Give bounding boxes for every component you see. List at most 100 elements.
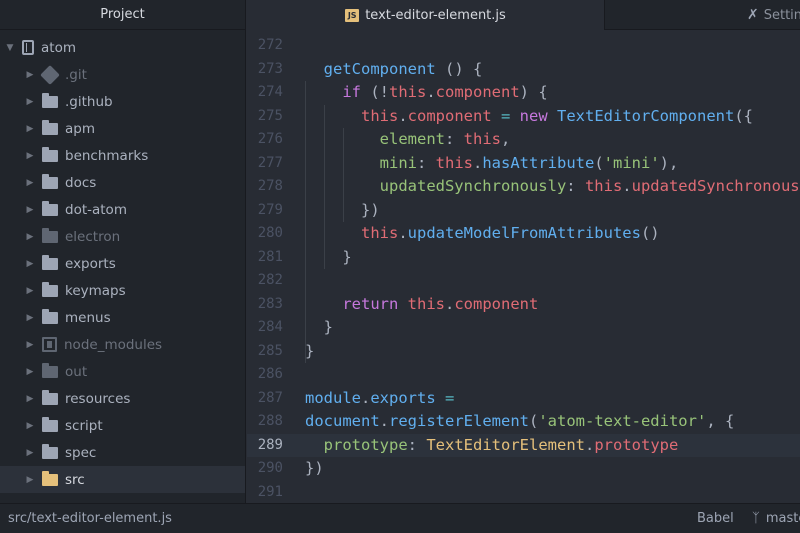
- chevron-right-icon[interactable]: ▶: [24, 475, 36, 485]
- line-number[interactable]: 282: [247, 269, 283, 293]
- chevron-right-icon[interactable]: ▶: [24, 394, 36, 404]
- line-number[interactable]: 276: [247, 128, 283, 152]
- repo-icon: [22, 40, 34, 55]
- line-number[interactable]: 291: [247, 481, 283, 504]
- git-icon: [40, 64, 60, 85]
- code-token: TextEditorComponent: [557, 106, 735, 125]
- status-file-path[interactable]: src/text-editor-element.js: [8, 511, 172, 526]
- code-line[interactable]: 287 module.exports =: [247, 387, 800, 411]
- tree-item-label: electron: [65, 228, 121, 245]
- tree-view: Project ▼ atom ▶ .git ▶ .github ▶ apm ▶ benchma…: [0, 0, 246, 503]
- chevron-right-icon[interactable]: ▶: [24, 178, 36, 188]
- line-number[interactable]: 289: [247, 434, 283, 458]
- folder-icon: [42, 200, 58, 217]
- code-line[interactable]: 281 }: [247, 246, 800, 270]
- tree-item[interactable]: ▶ node_modules: [0, 331, 245, 358]
- line-number[interactable]: 286: [247, 363, 283, 387]
- code-line[interactable]: 273 getComponent () {: [247, 58, 800, 82]
- tree-item[interactable]: ▶ apm: [0, 115, 245, 142]
- code-line[interactable]: 272: [247, 34, 800, 58]
- line-number[interactable]: 287: [247, 387, 283, 411]
- line-number[interactable]: 283: [247, 293, 283, 317]
- line-number[interactable]: 280: [247, 222, 283, 246]
- tree-item[interactable]: ▶ .git: [0, 61, 245, 88]
- tree-item[interactable]: ▶ dot-atom: [0, 196, 245, 223]
- tree-item[interactable]: ▶ spec: [0, 439, 245, 466]
- code-line[interactable]: 289 prototype: TextEditorElement.prototy…: [247, 433, 800, 458]
- code-text: module.exports =: [305, 387, 454, 411]
- code-line[interactable]: 276 element: this,: [247, 128, 800, 152]
- line-number[interactable]: 281: [247, 246, 283, 270]
- code-line[interactable]: 284 }: [247, 316, 800, 340]
- chevron-right-icon[interactable]: ▶: [24, 286, 36, 296]
- line-number[interactable]: 278: [247, 175, 283, 199]
- code-line[interactable]: 285}: [247, 340, 800, 364]
- status-branch[interactable]: ᛉ master: [752, 511, 800, 526]
- code-line[interactable]: 279 }): [247, 199, 800, 223]
- code-token: :: [407, 435, 427, 454]
- tree-root[interactable]: ▼ atom: [0, 34, 245, 61]
- chevron-right-icon[interactable]: ▶: [24, 232, 36, 242]
- tree-item-label: .github: [65, 93, 113, 110]
- chevron-right-icon[interactable]: ▶: [24, 367, 36, 377]
- tab-settings[interactable]: ✗ Settings: [605, 0, 800, 30]
- tree-item[interactable]: ▶ electron: [0, 223, 245, 250]
- code-token: ({: [734, 106, 753, 125]
- tree-item[interactable]: ▶ benchmarks: [0, 142, 245, 169]
- chevron-right-icon[interactable]: ▶: [24, 340, 36, 350]
- line-number[interactable]: 277: [247, 152, 283, 176]
- code-line[interactable]: 280 this.updateModelFromAttributes(): [247, 222, 800, 246]
- chevron-right-icon[interactable]: ▶: [24, 313, 36, 323]
- folder-icon: [42, 173, 58, 190]
- folder-icon: [42, 92, 58, 109]
- line-number[interactable]: 272: [247, 34, 283, 58]
- tree-item[interactable]: ▶ exports: [0, 250, 245, 277]
- code-line[interactable]: 291: [247, 481, 800, 504]
- code-line[interactable]: 283 return this.component: [247, 293, 800, 317]
- line-number[interactable]: 288: [247, 410, 283, 434]
- tree-item[interactable]: ▶ keymaps: [0, 277, 245, 304]
- code-line[interactable]: 275 this.component = new TextEditorCompo…: [247, 105, 800, 129]
- line-number[interactable]: 284: [247, 316, 283, 340]
- tree-item[interactable]: ▶ resources: [0, 385, 245, 412]
- tab-text-editor-element[interactable]: JS text-editor-element.js: [247, 0, 605, 30]
- chevron-right-icon[interactable]: ▶: [24, 421, 36, 431]
- chevron-down-icon[interactable]: ▼: [4, 43, 16, 53]
- chevron-right-icon[interactable]: ▶: [24, 151, 36, 161]
- code-line[interactable]: 277 mini: this.hasAttribute('mini'),: [247, 152, 800, 176]
- line-number[interactable]: 273: [247, 58, 283, 82]
- tree-item-label: out: [65, 363, 88, 380]
- line-number[interactable]: 285: [247, 340, 283, 364]
- code-line[interactable]: 282: [247, 269, 800, 293]
- tree-item[interactable]: ▶ .github: [0, 88, 245, 115]
- tree-item[interactable]: ▶ src: [0, 466, 245, 493]
- code-line[interactable]: 274 if (!this.component) {: [247, 81, 800, 105]
- line-number[interactable]: 279: [247, 199, 283, 223]
- code-line[interactable]: 278 updatedSynchronously: this.updatedSy…: [247, 175, 800, 199]
- code-line[interactable]: 286: [247, 363, 800, 387]
- chevron-right-icon[interactable]: ▶: [24, 97, 36, 107]
- code-token: .: [445, 294, 455, 313]
- status-grammar[interactable]: Babel: [697, 511, 734, 526]
- code-line[interactable]: 290}): [247, 457, 800, 481]
- tree-item[interactable]: ▶ docs: [0, 169, 245, 196]
- line-number[interactable]: 290: [247, 457, 283, 481]
- tree-item[interactable]: ▶ out: [0, 358, 245, 385]
- folder-icon: [42, 119, 58, 136]
- chevron-right-icon[interactable]: ▶: [24, 70, 36, 80]
- tree-item[interactable]: ▶ menus: [0, 304, 245, 331]
- status-branch-label: master: [765, 511, 800, 526]
- tree-item[interactable]: ▶ script: [0, 412, 245, 439]
- chevron-right-icon[interactable]: ▶: [24, 205, 36, 215]
- code-line[interactable]: 288 document.registerElement('atom-text-e…: [247, 410, 800, 434]
- line-number[interactable]: 275: [247, 105, 283, 129]
- code-editor[interactable]: 272 273 getComponent () {274 if (!this.co…: [247, 31, 800, 503]
- code-token: updateModelFromAttributes: [407, 224, 641, 242]
- line-number[interactable]: 274: [247, 81, 283, 105]
- chevron-right-icon[interactable]: ▶: [24, 448, 36, 458]
- chevron-right-icon[interactable]: ▶: [24, 259, 36, 269]
- chevron-right-icon[interactable]: ▶: [24, 124, 36, 134]
- code-text: if (!this.component) {: [305, 81, 547, 105]
